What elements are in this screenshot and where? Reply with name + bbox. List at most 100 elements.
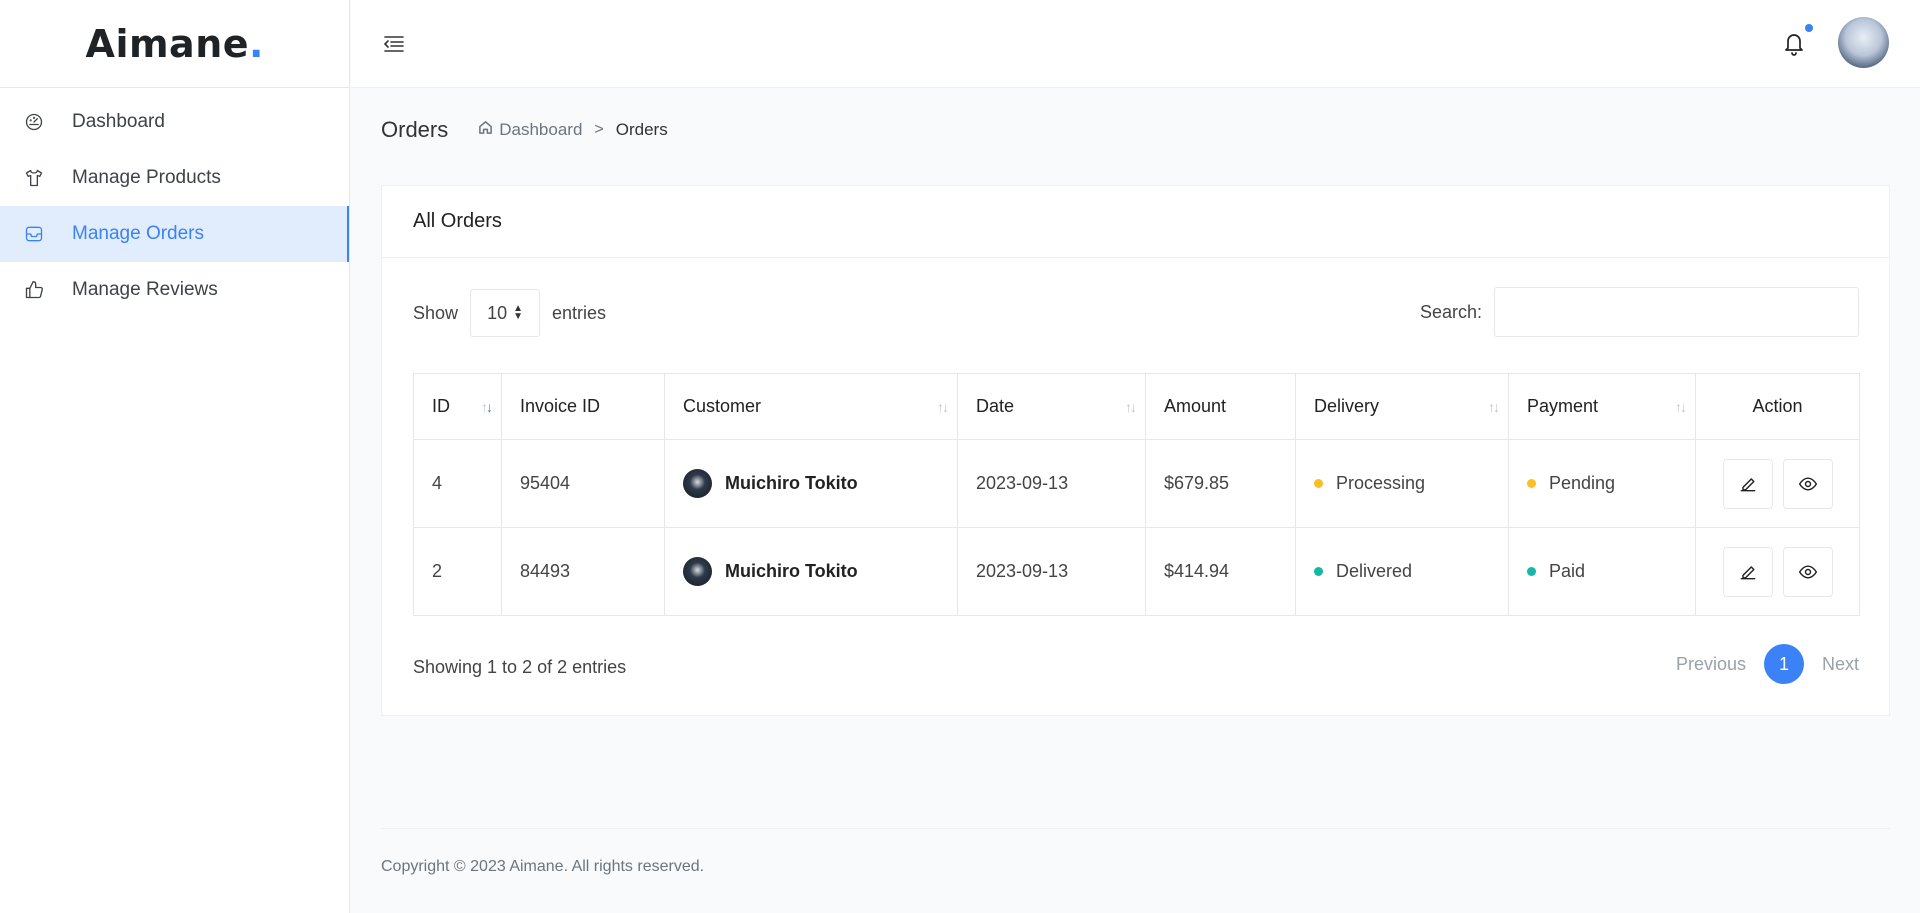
pagination: Previous 1 Next bbox=[1676, 644, 1859, 684]
entries-length-control: Show 10 ▲ ▼ entries bbox=[413, 289, 606, 337]
status-dot bbox=[1314, 567, 1323, 576]
cell-delivery: Processing bbox=[1295, 439, 1509, 528]
entries-label: entries bbox=[552, 302, 607, 323]
search-input[interactable] bbox=[1494, 287, 1859, 337]
column-header-invoice-id[interactable]: Invoice ID bbox=[501, 373, 665, 440]
search-label: Search: bbox=[1419, 301, 1482, 322]
notification-dot bbox=[1805, 24, 1813, 32]
menu-toggle-icon[interactable] bbox=[382, 32, 406, 56]
page-heading: Orders Dashboard > Orders bbox=[381, 117, 668, 143]
column-header-customer[interactable]: Customer ↑↓ bbox=[664, 373, 958, 440]
page-title: Orders bbox=[381, 117, 449, 142]
column-header-delivery[interactable]: Delivery ↑↓ bbox=[1295, 373, 1509, 440]
status-dot bbox=[1527, 567, 1536, 576]
cell-invoice-id: 95404 bbox=[501, 439, 665, 528]
sidebar-nav: Dashboard Manage Products Manage Orders … bbox=[0, 94, 349, 318]
sort-icon: ↑↓ bbox=[1488, 398, 1500, 415]
inbox-icon bbox=[24, 224, 44, 244]
card-title: All Orders bbox=[413, 210, 502, 232]
cell-payment: Pending bbox=[1508, 439, 1696, 528]
entries-select[interactable]: 10 ▲ ▼ bbox=[470, 289, 541, 337]
pencil-icon bbox=[1740, 477, 1755, 491]
view-button[interactable] bbox=[1782, 458, 1833, 509]
dashboard-gauge-icon bbox=[24, 112, 44, 132]
breadcrumb-current: Orders bbox=[615, 120, 668, 139]
view-button[interactable] bbox=[1782, 546, 1833, 597]
cell-customer: Muichiro Tokito bbox=[664, 439, 958, 528]
cell-payment: Paid bbox=[1508, 527, 1696, 616]
edit-button[interactable] bbox=[1722, 458, 1773, 509]
cell-action bbox=[1695, 527, 1860, 616]
previous-page-button[interactable]: Previous bbox=[1676, 654, 1746, 675]
footer-divider bbox=[381, 828, 1890, 829]
pencil-icon bbox=[1740, 565, 1755, 579]
card-header: All Orders bbox=[382, 186, 1889, 258]
footer-copyright: Copyright © 2023 Aimane. All rights rese… bbox=[381, 858, 705, 875]
table-row: 4 95404 Muichiro Tokito 2023-09-13 $679.… bbox=[413, 439, 1860, 528]
cell-date: 2023-09-13 bbox=[957, 439, 1146, 528]
column-header-amount[interactable]: Amount bbox=[1145, 373, 1296, 440]
payment-status: Paid bbox=[1549, 561, 1586, 581]
sidebar-item-dashboard[interactable]: Dashboard bbox=[0, 94, 349, 150]
sidebar-item-label: Manage Orders bbox=[72, 223, 205, 244]
table-header-row: ID ↑↓ Invoice ID Customer ↑↓ Date ↑↓ Amount… bbox=[413, 373, 1860, 440]
breadcrumb-separator: > bbox=[594, 121, 604, 138]
sidebar-item-label: Manage Products bbox=[72, 167, 221, 188]
bell-icon[interactable] bbox=[1782, 24, 1813, 58]
payment-status: Pending bbox=[1549, 473, 1616, 493]
sidebar-item-manage-products[interactable]: Manage Products bbox=[0, 150, 349, 206]
sidebar-item-manage-reviews[interactable]: Manage Reviews bbox=[0, 262, 349, 318]
status-dot bbox=[1314, 479, 1323, 488]
page-button-1[interactable]: 1 bbox=[1763, 644, 1804, 684]
cell-amount: $414.94 bbox=[1145, 527, 1296, 616]
column-header-id[interactable]: ID ↑↓ bbox=[413, 373, 502, 440]
cell-id: 2 bbox=[413, 527, 502, 616]
table-row: 2 84493 Muichiro Tokito 2023-09-13 $414.… bbox=[413, 527, 1860, 616]
delivery-status: Processing bbox=[1336, 473, 1426, 493]
customer-avatar bbox=[683, 557, 712, 586]
home-icon bbox=[478, 120, 499, 140]
edit-button[interactable] bbox=[1722, 546, 1773, 597]
delivery-status: Delivered bbox=[1336, 561, 1413, 581]
column-header-payment[interactable]: Payment ↑↓ bbox=[1508, 373, 1696, 440]
sort-caret-icon: ▲ ▼ bbox=[513, 303, 523, 322]
cell-customer: Muichiro Tokito bbox=[664, 527, 958, 616]
status-dot bbox=[1527, 479, 1536, 488]
thumbs-up-icon bbox=[24, 280, 44, 300]
entries-select-value: 10 bbox=[487, 302, 508, 323]
brand-logo[interactable]: Aimane. bbox=[0, 0, 349, 88]
column-header-date[interactable]: Date ↑↓ bbox=[957, 373, 1146, 440]
cell-date: 2023-09-13 bbox=[957, 527, 1146, 616]
top-header bbox=[351, 0, 1920, 88]
column-header-action: Action bbox=[1695, 373, 1860, 440]
eye-icon bbox=[1798, 564, 1817, 579]
brand-name: Aimane bbox=[85, 21, 250, 66]
user-avatar[interactable] bbox=[1838, 17, 1889, 68]
cell-delivery: Delivered bbox=[1295, 527, 1509, 616]
customer-name: Muichiro Tokito bbox=[725, 473, 858, 493]
breadcrumb-dashboard-link[interactable]: Dashboard bbox=[499, 120, 582, 140]
sidebar-item-label: Manage Reviews bbox=[72, 279, 218, 300]
sidebar-item-manage-orders[interactable]: Manage Orders bbox=[0, 206, 349, 262]
customer-name: Muichiro Tokito bbox=[725, 561, 858, 581]
sort-icon: ↑↓ bbox=[1675, 398, 1687, 415]
brand-dot: . bbox=[249, 21, 264, 66]
breadcrumb: Dashboard > Orders bbox=[478, 120, 668, 140]
orders-table: ID ↑↓ Invoice ID Customer ↑↓ Date ↑↓ Amount… bbox=[413, 373, 1860, 616]
next-page-button[interactable]: Next bbox=[1822, 654, 1859, 675]
cell-invoice-id: 84493 bbox=[501, 527, 665, 616]
tshirt-icon bbox=[24, 168, 44, 188]
orders-card: All Orders Show 10 ▲ ▼ entries Search: ID… bbox=[381, 185, 1890, 716]
sidebar: Aimane. Dashboard Manage Products Manage… bbox=[0, 0, 350, 913]
search-control: Search: bbox=[1420, 287, 1859, 337]
eye-icon bbox=[1798, 476, 1817, 491]
sort-icon: ↑↓ bbox=[1125, 398, 1137, 415]
sort-icon: ↑↓ bbox=[937, 398, 949, 415]
orders-table-wrap: ID ↑↓ Invoice ID Customer ↑↓ Date ↑↓ Amount… bbox=[413, 373, 1860, 616]
table-info: Showing 1 to 2 of 2 entries bbox=[413, 657, 627, 677]
show-label: Show bbox=[413, 302, 459, 323]
sidebar-item-label: Dashboard bbox=[72, 111, 165, 132]
sort-icon: ↑↓ bbox=[481, 398, 493, 415]
cell-amount: $679.85 bbox=[1145, 439, 1296, 528]
cell-id: 4 bbox=[413, 439, 502, 528]
